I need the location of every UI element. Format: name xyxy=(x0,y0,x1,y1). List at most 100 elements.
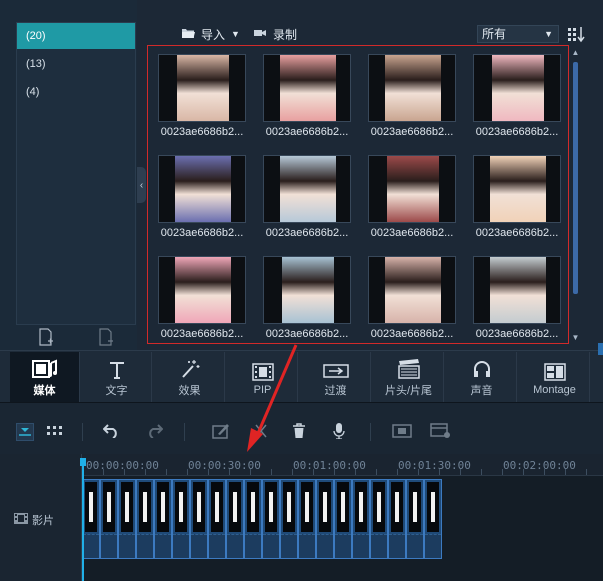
timeline-clip[interactable] xyxy=(100,479,118,559)
redo-button[interactable] xyxy=(146,423,164,441)
ruler-tick xyxy=(250,469,251,475)
folder-item-3[interactable]: (4) xyxy=(17,79,135,105)
scroll-up-icon[interactable]: ▲ xyxy=(571,48,580,57)
media-thumbnail[interactable]: 0023ae6686b2... xyxy=(469,54,565,138)
media-thumbnail[interactable]: 0023ae6686b2... xyxy=(364,256,460,340)
timeline-clip[interactable] xyxy=(280,479,298,559)
timeline-clip[interactable] xyxy=(262,479,280,559)
thumbnail-image xyxy=(263,155,351,223)
video-track-label[interactable]: 影片 xyxy=(14,512,54,528)
microphone-icon xyxy=(333,422,345,442)
media-thumbnail[interactable]: 0023ae6686b2... xyxy=(259,54,355,138)
headphones-icon xyxy=(472,357,492,379)
photo-preview xyxy=(282,257,334,323)
thumbnail-label: 0023ae6686b2... xyxy=(475,328,559,340)
timeline-clip[interactable] xyxy=(352,479,370,559)
scroll-down-icon[interactable]: ▼ xyxy=(571,333,580,342)
ruler-tick xyxy=(355,469,356,475)
split-clip-button[interactable] xyxy=(252,423,270,441)
track-manager-button[interactable] xyxy=(430,422,452,441)
media-thumbnail[interactable]: 0023ae6686b2... xyxy=(259,256,355,340)
record-voice-button[interactable] xyxy=(330,422,348,442)
thumbnail-image xyxy=(158,256,246,324)
media-thumbnail[interactable]: 0023ae6686b2... xyxy=(154,54,250,138)
playhead-handle[interactable] xyxy=(80,458,86,466)
photo-preview xyxy=(385,55,441,121)
media-toolbar: 导入 ▼ 录制 所有 ▼ xyxy=(137,22,603,46)
timeline-clip[interactable] xyxy=(118,479,136,559)
storyboard-view-button[interactable] xyxy=(46,423,64,441)
photo-preview xyxy=(280,55,336,121)
timeline-clip[interactable] xyxy=(208,479,226,559)
thumbnail-label: 0023ae6686b2... xyxy=(265,328,349,340)
timeline-clip[interactable] xyxy=(334,479,352,559)
sort-button[interactable] xyxy=(567,25,585,43)
ruler-time-label: 00:00:00:00 xyxy=(86,459,159,472)
folder-item-1[interactable]: (20) xyxy=(17,23,135,49)
media-icon xyxy=(31,357,58,379)
record-label: 录制 xyxy=(273,27,298,42)
edit-clip-button[interactable] xyxy=(212,423,230,441)
photo-preview xyxy=(387,156,439,222)
filter-dropdown[interactable]: 所有 ▼ xyxy=(477,25,559,43)
timeline-clip[interactable] xyxy=(190,479,208,559)
timeline-clip[interactable] xyxy=(82,479,100,559)
camera-icon xyxy=(254,27,267,41)
photo-preview xyxy=(490,156,546,222)
folder-list: (20) (13) (4) xyxy=(16,22,136,325)
video-track-lane[interactable] xyxy=(82,476,603,581)
library-scrollbar[interactable]: ▲ ▼ xyxy=(571,46,580,344)
tab-text[interactable]: 文字 xyxy=(82,352,152,402)
timeline-clip[interactable] xyxy=(370,479,388,559)
thumbnail-label: 0023ae6686b2... xyxy=(370,328,454,340)
fit-project-button[interactable] xyxy=(392,423,412,441)
tab-title[interactable]: 片头/片尾 xyxy=(374,352,444,402)
add-folder-icon[interactable] xyxy=(38,327,54,349)
media-thumbnail[interactable]: 0023ae6686b2... xyxy=(259,155,355,239)
media-thumbnail[interactable]: 0023ae6686b2... xyxy=(154,155,250,239)
timeline-clip[interactable] xyxy=(226,479,244,559)
timeline-clip[interactable] xyxy=(244,479,262,559)
timeline-clip[interactable] xyxy=(172,479,190,559)
media-thumbnail[interactable]: 0023ae6686b2... xyxy=(154,256,250,340)
tab-transition[interactable]: 过渡 xyxy=(301,352,371,402)
tab-media[interactable]: 媒体 xyxy=(10,352,80,402)
remove-folder-icon[interactable] xyxy=(98,327,114,349)
scrollbar-thumb[interactable] xyxy=(573,62,578,294)
collapse-panel-button[interactable]: ‹ xyxy=(137,167,146,203)
media-thumbnail[interactable]: 0023ae6686b2... xyxy=(364,54,460,138)
folder-item-2[interactable]: (13) xyxy=(17,51,135,77)
media-thumbnail[interactable]: 0023ae6686b2... xyxy=(364,155,460,239)
timeline-clip[interactable] xyxy=(406,479,424,559)
timeline-clip[interactable] xyxy=(298,479,316,559)
timeline-clip[interactable] xyxy=(154,479,172,559)
media-thumbnail[interactable]: 0023ae6686b2... xyxy=(469,256,565,340)
undo-button[interactable] xyxy=(102,423,120,441)
media-thumbnail[interactable]: 0023ae6686b2... xyxy=(469,155,565,239)
timeline-clip[interactable] xyxy=(316,479,334,559)
import-label: 导入 xyxy=(201,27,226,42)
import-button[interactable]: 导入 ▼ xyxy=(181,26,240,42)
tab-effects[interactable]: 效果 xyxy=(155,352,225,402)
timeline-clip[interactable] xyxy=(136,479,154,559)
delete-button[interactable] xyxy=(290,422,308,441)
ruler-tick xyxy=(208,469,209,475)
timeline-view-button[interactable] xyxy=(16,423,34,441)
tab-audio[interactable]: 声音 xyxy=(447,352,517,402)
timeline-toolbar xyxy=(0,402,603,454)
timeline-clip[interactable] xyxy=(388,479,406,559)
redo-icon xyxy=(147,423,164,441)
chevron-down-icon: ▼ xyxy=(231,29,240,39)
tab-montage-label: Montage xyxy=(533,383,576,396)
chevron-down-icon: ▼ xyxy=(544,29,553,39)
playhead[interactable] xyxy=(82,460,84,581)
scroll-indicator xyxy=(598,343,603,355)
filter-value: 所有 xyxy=(482,27,507,41)
timeline-clip[interactable] xyxy=(424,479,442,559)
tab-pip[interactable]: PIP xyxy=(228,352,298,402)
record-button[interactable]: 录制 xyxy=(254,26,297,42)
tab-title-label: 片头/片尾 xyxy=(384,384,433,397)
track-header: 影片 xyxy=(0,454,82,581)
timeline-ruler[interactable]: 00:00:00:00 00:00:30:00 00:01:00:00 00:0… xyxy=(82,454,603,476)
tab-montage[interactable]: Montage xyxy=(520,352,590,402)
